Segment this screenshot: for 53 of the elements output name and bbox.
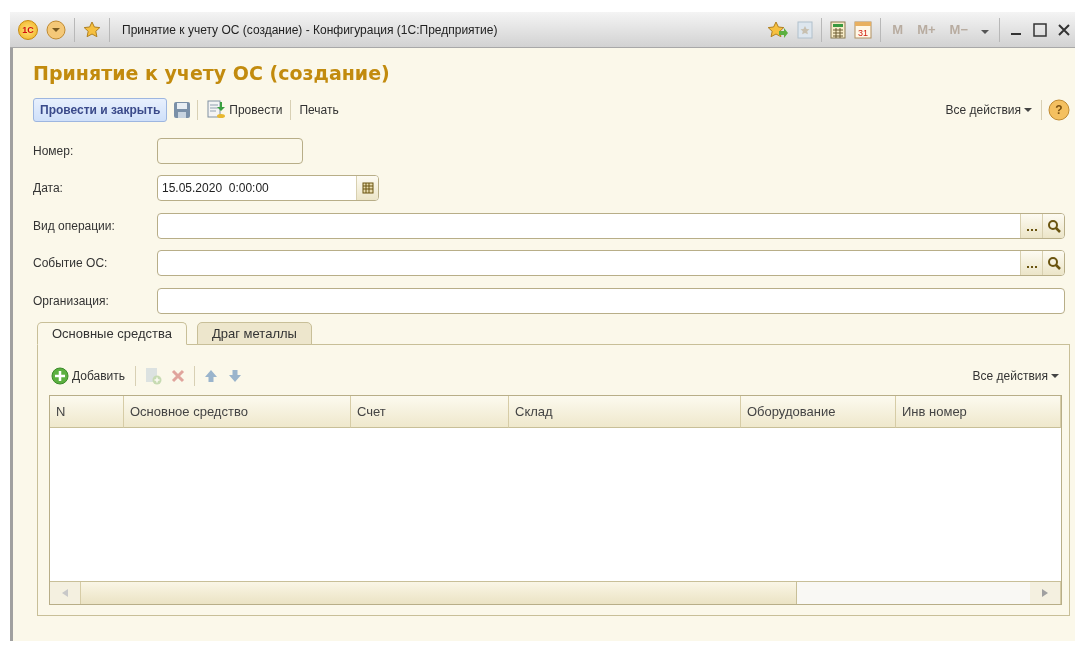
print-button[interactable]: Печать: [297, 101, 341, 119]
star-icon[interactable]: [83, 20, 101, 39]
scroll-left-icon[interactable]: [60, 587, 70, 598]
all-actions-button[interactable]: Все действия: [943, 101, 1035, 119]
field-label: Номер:: [33, 143, 75, 158]
maximize-icon[interactable]: [1032, 21, 1048, 38]
calculator-icon[interactable]: [830, 20, 847, 39]
post-and-close-button[interactable]: Провести и закрыть: [33, 98, 168, 122]
column-header[interactable]: Счет: [351, 395, 509, 428]
all-actions-button[interactable]: Все действия: [970, 366, 1062, 385]
close-icon[interactable]: [1056, 21, 1072, 38]
select-button[interactable]: [1020, 251, 1042, 276]
save-icon[interactable]: [173, 101, 192, 119]
input-field[interactable]: [157, 287, 1065, 314]
search-icon: [1046, 256, 1061, 271]
app-logo[interactable]: 1С: [18, 19, 38, 40]
search-button[interactable]: [1042, 251, 1064, 276]
plus-icon: [51, 366, 69, 385]
field-label: Вид операции:: [33, 218, 116, 233]
grid-icon: [361, 182, 374, 195]
ellipsis-icon: [1026, 266, 1037, 269]
calendar-icon[interactable]: 31: [854, 20, 873, 39]
field-label: Дата:: [33, 181, 64, 196]
caret-icon: [1024, 107, 1033, 113]
column-header[interactable]: Основное средство: [124, 395, 351, 428]
column-header[interactable]: Инв номер: [896, 395, 1061, 428]
search-icon: [1046, 218, 1061, 233]
help-button[interactable]: ?: [1048, 99, 1070, 121]
caret-icon: [1051, 372, 1060, 379]
column-header[interactable]: Склад: [509, 395, 741, 428]
date-field[interactable]: 15.05.2020 0:00:00: [157, 175, 379, 202]
add-button[interactable]: Добавить: [49, 364, 128, 387]
dropdown-icon[interactable]: [46, 19, 66, 40]
document-icon: [206, 100, 227, 120]
field-label: Событие ОС:: [33, 256, 109, 271]
window-title: Принятие к учету ОС (создание) - Конфигурация (1С:Предприятие): [121, 22, 498, 37]
field-label: Организация:: [33, 293, 110, 308]
ellipsis-icon: [1026, 228, 1037, 231]
search-button[interactable]: [1042, 213, 1064, 238]
scroll-right-icon[interactable]: [1040, 587, 1050, 598]
column-header[interactable]: N: [50, 395, 124, 428]
post-button[interactable]: Провести: [204, 98, 285, 122]
column-header[interactable]: Оборудование: [741, 395, 896, 428]
tab[interactable]: Драг металлы: [197, 321, 312, 345]
arrow-down-icon[interactable]: [227, 367, 244, 384]
select-button[interactable]: [1020, 213, 1042, 238]
horizontal-scrollbar[interactable]: [50, 580, 1061, 604]
calendar-button[interactable]: [356, 176, 378, 201]
form-title: Принятие к учету ОС (создание): [33, 62, 391, 84]
tab[interactable]: Основные средства: [37, 321, 187, 345]
star-arrow-icon[interactable]: [767, 20, 790, 39]
date-input[interactable]: 15.05.2020 0:00:00: [158, 176, 356, 201]
bookmark-icon[interactable]: [797, 20, 814, 39]
